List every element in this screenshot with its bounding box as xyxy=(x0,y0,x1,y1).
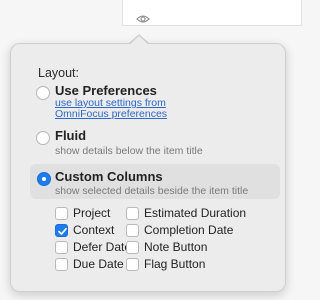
use-preferences-radio[interactable] xyxy=(36,86,50,100)
popover-arrow-fill xyxy=(129,35,149,45)
context-label[interactable]: Context xyxy=(73,223,114,237)
project-checkbox[interactable] xyxy=(55,207,68,220)
custom-columns-radio[interactable] xyxy=(37,172,51,186)
project-label[interactable]: Project xyxy=(73,206,110,220)
defer-date-label[interactable]: Defer Date xyxy=(73,240,131,254)
completion-date-checkbox[interactable] xyxy=(126,224,139,237)
estimated-duration-checkbox[interactable] xyxy=(126,207,139,220)
layout-heading: Layout: xyxy=(38,66,80,80)
flag-button-label[interactable]: Flag Button xyxy=(144,257,205,271)
completion-date-label[interactable]: Completion Date xyxy=(144,223,233,237)
custom-columns-title[interactable]: Custom Columns xyxy=(55,169,163,184)
flag-button-checkbox[interactable] xyxy=(126,258,139,271)
stage: Layout: Use Preferences use layout setti… xyxy=(0,0,302,300)
use-preferences-title[interactable]: Use Preferences xyxy=(55,83,157,98)
defer-date-checkbox[interactable] xyxy=(55,241,68,254)
fluid-radio[interactable] xyxy=(36,131,50,145)
estimated-duration-label[interactable]: Estimated Duration xyxy=(144,206,246,220)
fluid-title[interactable]: Fluid xyxy=(55,128,86,143)
eye-icon[interactable] xyxy=(136,11,150,23)
note-button-checkbox[interactable] xyxy=(126,241,139,254)
checkmark-icon xyxy=(58,227,67,235)
context-checkbox[interactable] xyxy=(55,224,68,237)
due-date-label[interactable]: Due Date xyxy=(73,257,124,271)
fluid-description: show details below the item title xyxy=(55,145,203,157)
due-date-checkbox[interactable] xyxy=(55,258,68,271)
use-preferences-link[interactable]: use layout settings from OmniFocus prefe… xyxy=(55,98,205,120)
custom-columns-description: show selected details beside the item ti… xyxy=(55,185,249,197)
note-button-label[interactable]: Note Button xyxy=(144,240,207,254)
